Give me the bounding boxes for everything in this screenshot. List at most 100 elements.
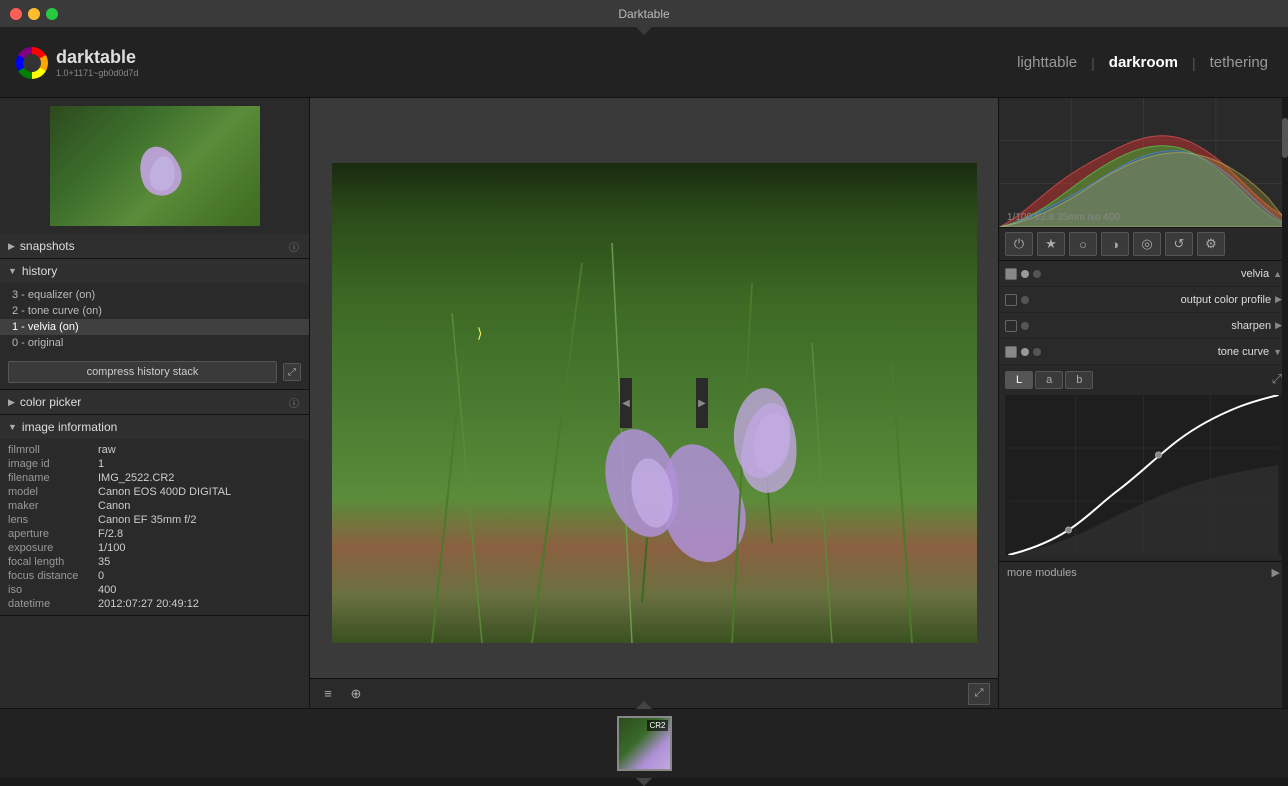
info-focus-label: focus distance [8, 570, 98, 582]
image-info-header[interactable]: ▼ image information [0, 415, 309, 439]
svg-text:⟩: ⟩ [477, 325, 482, 341]
view-button[interactable]: ⤢ [968, 683, 990, 705]
tone-curve-dot2 [1033, 348, 1041, 356]
scrollbar-thumb[interactable] [1282, 118, 1288, 158]
info-iso: iso 400 [8, 583, 301, 597]
refresh-button[interactable]: ↺ [1165, 232, 1193, 256]
snapshots-info-icon[interactable]: ⓘ [287, 239, 301, 253]
info-datetime: datetime 2012:07:27 20:49:12 [8, 597, 301, 611]
window-controls [10, 8, 58, 20]
info-aperture: aperture F/2.8 [8, 527, 301, 541]
nav-tethering[interactable]: tethering [1206, 52, 1272, 73]
image-information-section: ▼ image information filmroll raw image i… [0, 415, 309, 616]
nav-sep-2: | [1192, 55, 1196, 71]
info-focus-distance: focus distance 0 [8, 569, 301, 583]
left-panel-toggle[interactable]: ◀ [620, 378, 632, 428]
tone-curve-label: tone curve [1045, 346, 1269, 358]
info-datetime-label: datetime [8, 598, 98, 610]
tc-tab-b[interactable]: b [1065, 371, 1093, 389]
compress-icon-button[interactable]: ⤢ [283, 363, 301, 381]
color-picker-section: ▶ color picker ⓘ [0, 390, 309, 415]
color-profile-arrow[interactable]: ▶ [1275, 294, 1282, 305]
info-maker-value: Canon [98, 500, 130, 512]
main-image[interactable]: ⟩ [332, 163, 977, 643]
tone-curve-graph[interactable] [1005, 395, 1282, 555]
color-picker-triangle: ▶ [8, 397, 15, 408]
info-focus-value: 0 [98, 570, 104, 582]
app-name: darktable [56, 47, 138, 68]
info-focal-value: 35 [98, 556, 110, 568]
info-model-label: model [8, 486, 98, 498]
snapshots-header[interactable]: ▶ snapshots ⓘ [0, 234, 309, 258]
info-filmroll: filmroll raw [8, 443, 301, 457]
settings-button[interactable]: ⚙ [1197, 232, 1225, 256]
sharpen-label: sharpen [1033, 320, 1271, 332]
filmstrip-thumb[interactable]: CR2 [617, 716, 672, 771]
circle-button[interactable]: ○ [1069, 232, 1097, 256]
presets-button[interactable]: ★ [1037, 232, 1065, 256]
contrast-button[interactable]: ◑ [1101, 232, 1129, 256]
color-picker-header[interactable]: ▶ color picker ⓘ [0, 390, 309, 414]
sharpen-toggle[interactable] [1005, 320, 1017, 332]
info-filmroll-value: raw [98, 444, 116, 456]
history-item-3[interactable]: 3 - equalizer (on) [0, 287, 309, 303]
velvia-arrow[interactable]: ▲ [1273, 269, 1282, 279]
info-exposure: exposure 1/100 [8, 541, 301, 555]
info-iso-label: iso [8, 584, 98, 596]
right-panel: 1/100 f/2.8 35mm iso 400 ⏻ ★ ○ ◑ ◎ ↺ ⚙ v… [998, 98, 1288, 708]
tone-curve-toggle[interactable] [1005, 346, 1017, 358]
histogram-info: 1/100 f/2.8 35mm iso 400 [1007, 212, 1120, 223]
tc-fullscreen-icon[interactable]: ⤢ [1272, 371, 1282, 389]
velvia-dot [1021, 270, 1029, 278]
close-button[interactable] [10, 8, 22, 20]
history-content: 3 - equalizer (on) 2 - tone curve (on) 1… [0, 283, 309, 355]
app-logo: darktable 1.0+1171~gb0d0d7d [16, 47, 138, 79]
compress-history-button[interactable]: compress history stack [8, 361, 277, 383]
history-item-0[interactable]: 0 - original [0, 335, 309, 351]
tone-curve-tabs: L a b ⤢ [1005, 371, 1282, 389]
minimize-button[interactable] [28, 8, 40, 20]
filmstrip: CR2 [0, 708, 1288, 778]
color-picker-info-icon[interactable]: ⓘ [287, 395, 301, 409]
header-bar: darktable 1.0+1171~gb0d0d7d lighttable |… [0, 28, 1288, 98]
layout-button[interactable]: ≡ [318, 684, 338, 704]
sharpen-arrow[interactable]: ▶ [1275, 320, 1282, 331]
titlebar: Darktable [0, 0, 1288, 28]
tc-tab-L[interactable]: L [1005, 371, 1033, 389]
info-maker: maker Canon [8, 499, 301, 513]
more-modules-row[interactable]: more modules ▶ [999, 561, 1288, 583]
filmstrip-arrow-down [636, 778, 652, 786]
power-button[interactable]: ⏻ [1005, 232, 1033, 256]
color-button[interactable]: ◎ [1133, 232, 1161, 256]
maximize-button[interactable] [46, 8, 58, 20]
nav-sep-1: | [1091, 55, 1095, 71]
info-aperture-value: F/2.8 [98, 528, 123, 540]
info-exposure-value: 1/100 [98, 542, 126, 554]
velvia-dot2 [1033, 270, 1041, 278]
info-focal-length: focal length 35 [8, 555, 301, 569]
history-item-2[interactable]: 2 - tone curve (on) [0, 303, 309, 319]
nav-links: lighttable | darkroom | tethering [1013, 52, 1272, 73]
nav-thumbnail[interactable] [50, 106, 260, 226]
module-color-profile-row: output color profile ▶ [999, 287, 1288, 313]
tone-curve-dot [1021, 348, 1029, 356]
info-maker-label: maker [8, 500, 98, 512]
info-lens-label: lens [8, 514, 98, 526]
velvia-toggle[interactable] [1005, 268, 1017, 280]
tc-tab-a[interactable]: a [1035, 371, 1063, 389]
info-model: model Canon EOS 400D DIGITAL [8, 485, 301, 499]
right-scrollbar[interactable] [1282, 98, 1288, 708]
history-item-1[interactable]: 1 - velvia (on) [0, 319, 309, 335]
right-panel-toggle[interactable]: ▶ [696, 378, 708, 428]
nav-darkroom[interactable]: darkroom [1105, 52, 1182, 73]
histogram: 1/100 f/2.8 35mm iso 400 [999, 98, 1288, 228]
sharpen-dot [1021, 322, 1029, 330]
compress-btn-row: compress history stack ⤢ [0, 355, 309, 389]
layers-button[interactable]: ⊕ [346, 684, 366, 704]
history-header[interactable]: ▼ history [0, 259, 309, 283]
snapshots-triangle: ▶ [8, 241, 15, 252]
nav-lighttable[interactable]: lighttable [1013, 52, 1081, 73]
tone-curve-expand[interactable]: ▼ [1273, 347, 1282, 357]
info-lens-value: Canon EF 35mm f/2 [98, 514, 196, 526]
color-profile-toggle[interactable] [1005, 294, 1017, 306]
